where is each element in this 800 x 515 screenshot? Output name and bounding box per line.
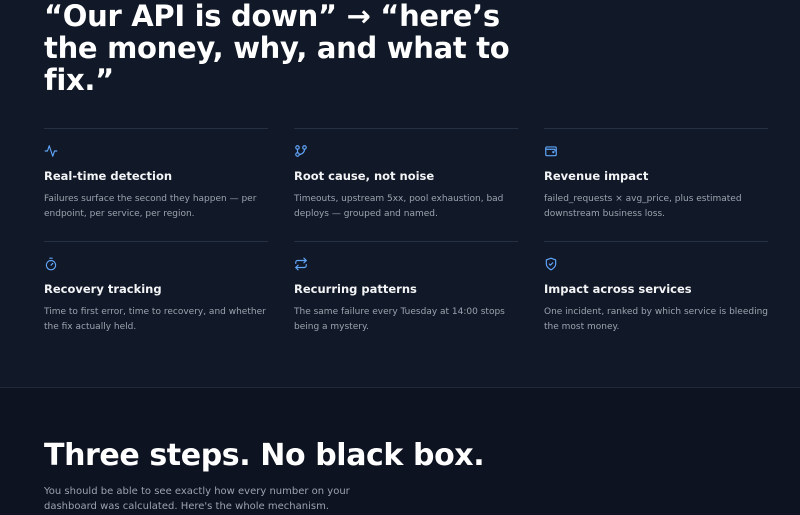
feature-card-realtime-detection: Real-time detection Failures surface the… <box>44 128 268 241</box>
feature-card-revenue-impact: Revenue impact failed_requests × avg_pri… <box>544 128 768 241</box>
hero-title: “Our API is down” → “here’s the money, w… <box>44 0 510 97</box>
feature-description: Time to first error, time to recovery, a… <box>44 307 266 332</box>
steps-title: Three steps. No black box. <box>44 438 485 473</box>
feature-card-impact-across-services: Impact across services One incident, ran… <box>544 241 768 354</box>
feature-card-recurring-patterns: Recurring patterns The same failure ever… <box>294 241 518 354</box>
feature-description: One incident, ranked by which service is… <box>544 307 769 332</box>
feature-description: Timeouts, upstream 5xx, pool exhaustion,… <box>294 194 504 219</box>
steps-subtitle: You should be able to see exactly how ev… <box>44 486 350 512</box>
feature-card-root-cause: Root cause, not noise Timeouts, upstream… <box>294 128 518 241</box>
feature-description: The same failure every Tuesday at 14:00 … <box>294 307 505 332</box>
feature-title: Real-time detection <box>44 169 173 183</box>
timer-icon <box>44 257 58 271</box>
activity-icon <box>44 144 58 158</box>
feature-description: failed_requests × avg_price, plus estima… <box>544 194 742 219</box>
feature-grid: Real-time detection Failures surface the… <box>44 128 768 348</box>
feature-description: Failures surface the second they happen … <box>44 194 257 219</box>
wallet-icon <box>544 144 558 158</box>
repeat-icon <box>294 257 308 271</box>
feature-title: Root cause, not noise <box>294 169 435 183</box>
git-branch-icon <box>294 144 308 158</box>
feature-title: Recurring patterns <box>294 282 417 296</box>
feature-card-recovery-tracking: Recovery tracking Time to first error, t… <box>44 241 268 354</box>
feature-title: Impact across services <box>544 282 692 296</box>
hero-section: “Our API is down” → “here’s the money, w… <box>0 0 800 387</box>
feature-title: Recovery tracking <box>44 282 162 296</box>
feature-title: Revenue impact <box>544 169 649 183</box>
shield-check-icon <box>544 257 558 271</box>
steps-section: Three steps. No black box. You should be… <box>0 388 800 515</box>
